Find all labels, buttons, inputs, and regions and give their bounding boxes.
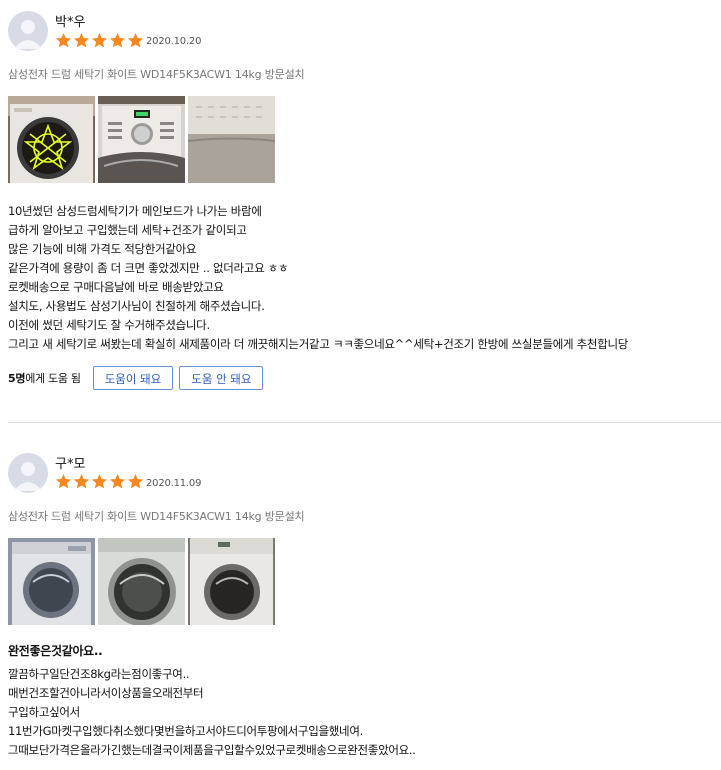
review-line: 매번건조할건아니라서이상품을오래전부터 — [8, 686, 204, 700]
star-icon — [73, 473, 90, 490]
rating-stars — [55, 32, 144, 49]
washer-front-photo[interactable] — [8, 538, 95, 625]
review-photos — [8, 96, 275, 183]
review-line: 그때보단가격은올라가긴했는데결국이제품을구입할수있었구로켓배송으로완전좋았어요.… — [8, 743, 416, 757]
review-content: 10년썼던 삼성드럼세탁기가 메인보드가 나가는 바람에 급하게 알아보고 구입… — [8, 202, 628, 354]
review-divider — [8, 422, 721, 423]
review-line: 10년썼던 삼성드럼세탁기가 메인보드가 나가는 바람에 — [8, 204, 262, 218]
rating-stars — [55, 473, 144, 490]
avatar — [8, 453, 48, 493]
star-icon — [91, 32, 108, 49]
star-icon — [109, 473, 126, 490]
star-icon — [91, 473, 108, 490]
review-line: 설치도, 사용법도 삼성기사님이 친절하게 해주셨습니다. — [8, 299, 265, 313]
review-line: 로켓배송으로 구매다음날에 바로 배송받았고요 — [8, 280, 224, 294]
review-line: 깔끔하구일단건조8kg라는점이좋구여.. — [8, 667, 190, 681]
star-icon — [127, 32, 144, 49]
review-line: 많은 기능에 비해 가격도 적당한거같아요 — [8, 242, 197, 256]
review-line: 11번가G마켓구입했다취소했다몇번을하고서야드디어투팡에서구입을했네여. — [8, 724, 363, 738]
star-icon — [127, 473, 144, 490]
helpful-count-number: 5명 — [8, 372, 26, 385]
washer-door-closeup-photo[interactable] — [98, 538, 185, 625]
product-option: 삼성전자 드럼 세탁기 화이트 WD14F5K3ACW1 14kg 방문설치 — [8, 68, 305, 81]
helpful-count: 5명에게 도움 됨 — [8, 370, 81, 386]
review-line: 구입하고싶어서 — [8, 705, 80, 719]
review-line: 그리고 새 세탁기로 써봤는데 확실히 새제품이라 더 깨끗해지는거같고 ㅋㅋ좋… — [8, 337, 629, 351]
star-icon — [73, 32, 90, 49]
review-line: 같은가격에 용량이 좀 더 크면 좋았겠지만 .. 없더라고요 ㅎㅎ — [8, 261, 289, 275]
star-icon — [109, 32, 126, 49]
star-icon — [55, 32, 72, 49]
review-headline: 완전좋은것같아요.. — [8, 644, 103, 658]
avatar — [8, 11, 48, 51]
reviewer-name: 박*우 — [55, 15, 86, 30]
helpful-button[interactable]: 도움이 돼요 — [92, 366, 174, 390]
washer-installed-photo[interactable] — [188, 538, 275, 625]
review-photos — [8, 538, 275, 625]
review-content: 깔끔하구일단건조8kg라는점이좋구여.. 매번건조할건아니라서이상품을오래전부터… — [8, 665, 416, 760]
product-option: 삼성전자 드럼 세탁기 화이트 WD14F5K3ACW1 14kg 방문설치 — [8, 510, 305, 523]
washer-door-glow-photo[interactable] — [8, 96, 95, 183]
review-date: 2020.11.09 — [146, 478, 202, 489]
star-icon — [55, 473, 72, 490]
not-helpful-button[interactable]: 도움 안 돼요 — [179, 366, 264, 390]
helpful-count-suffix: 에게 도움 됨 — [25, 372, 81, 385]
reviewer-name: 구*모 — [55, 457, 86, 472]
review-line: 이전에 썼던 세탁기도 잘 수거해주셨습니다. — [8, 318, 210, 332]
washer-top-panel-photo[interactable] — [188, 96, 275, 183]
review-line: 급하게 알아보고 구입했는데 세탁+건조가 같이되고 — [8, 223, 247, 237]
review-date: 2020.10.20 — [146, 36, 202, 47]
washer-control-panel-photo[interactable] — [98, 96, 185, 183]
helpful-row: 5명에게 도움 됨 도움이 돼요 도움 안 돼요 — [8, 366, 269, 390]
